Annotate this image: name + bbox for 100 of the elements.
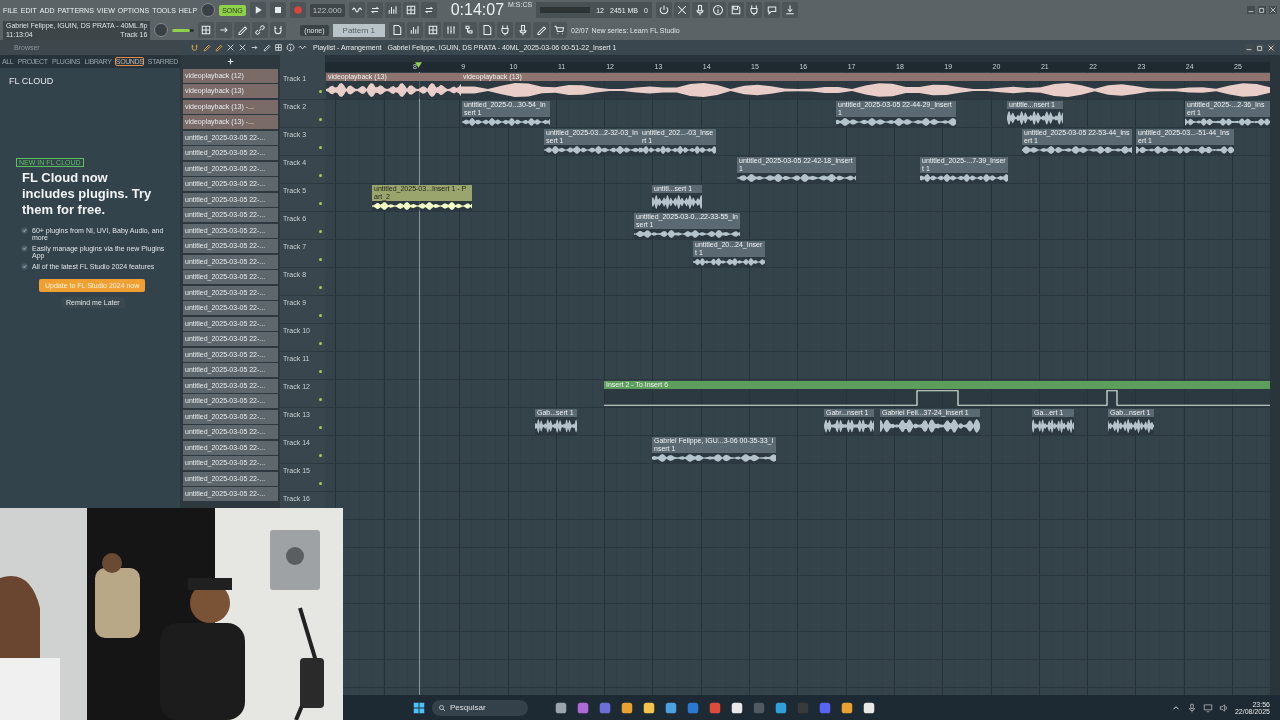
download-icon xyxy=(783,4,796,16)
app-icon[interactable] xyxy=(620,700,634,715)
app-icon[interactable] xyxy=(554,700,568,715)
toolbar-button[interactable] xyxy=(216,22,233,38)
track-led[interactable] xyxy=(319,482,322,485)
close-icon[interactable] xyxy=(1269,6,1277,14)
restore-icon[interactable] xyxy=(1256,43,1264,52)
arrow-icon[interactable] xyxy=(250,43,259,52)
track-led[interactable] xyxy=(319,286,322,289)
waveform-drawing xyxy=(1007,109,1063,127)
waveform-drawing xyxy=(535,417,577,435)
scrollbar[interactable] xyxy=(1270,55,1280,695)
magnet-icon[interactable] xyxy=(190,43,199,52)
minimize-icon[interactable] xyxy=(1245,43,1253,52)
toolbar-button[interactable] xyxy=(745,2,762,18)
toolbar-button[interactable] xyxy=(691,2,708,18)
promo-heading: FL CLOUD xyxy=(9,76,54,86)
tempo-field[interactable]: 122.000 xyxy=(309,3,345,17)
track-led[interactable] xyxy=(319,398,322,401)
toolbar-button[interactable] xyxy=(425,22,442,38)
pen-icon xyxy=(535,24,548,36)
track-led[interactable] xyxy=(319,230,322,233)
search-field[interactable]: Pesquisar xyxy=(432,699,528,716)
minimize-icon[interactable] xyxy=(1247,6,1255,14)
waveform-drawing xyxy=(1108,417,1154,435)
track-led[interactable] xyxy=(319,174,322,177)
monitor-icon[interactable] xyxy=(1202,702,1213,713)
toolbar-button[interactable] xyxy=(497,22,514,38)
toolbar-button[interactable] xyxy=(420,2,437,18)
track-led[interactable] xyxy=(319,314,322,317)
app-icon[interactable] xyxy=(862,700,876,715)
close-icon[interactable] xyxy=(1267,43,1275,52)
toolbar-button[interactable] xyxy=(479,22,496,38)
stop-button[interactable] xyxy=(269,2,286,18)
toolbar-button[interactable] xyxy=(443,22,460,38)
toolbar-button[interactable] xyxy=(515,22,532,38)
cpu-meter xyxy=(540,7,591,13)
check-icon xyxy=(21,245,28,252)
toolbar-button[interactable] xyxy=(384,2,401,18)
track-led[interactable] xyxy=(319,90,322,93)
play-button[interactable] xyxy=(249,2,266,18)
chat-icon xyxy=(765,4,778,16)
track-led[interactable] xyxy=(319,426,322,429)
track-led[interactable] xyxy=(319,258,322,261)
bars-icon xyxy=(409,24,422,36)
windows-icon[interactable] xyxy=(412,700,426,715)
toolbar-button[interactable] xyxy=(366,2,383,18)
toolbar-button[interactable] xyxy=(551,22,568,38)
song-time: 0:14:07 xyxy=(450,1,505,19)
toolbar-button[interactable] xyxy=(533,22,550,38)
track-led[interactable] xyxy=(319,202,322,205)
toolbar-button[interactable] xyxy=(252,22,269,38)
app-icon[interactable] xyxy=(840,700,854,715)
track-led[interactable] xyxy=(319,146,322,149)
pattern-selector[interactable]: Pattern 1 xyxy=(332,23,386,37)
record-icon xyxy=(291,4,304,16)
grid-icon xyxy=(404,4,417,16)
toolbar-button[interactable] xyxy=(727,2,744,18)
toolbar-button[interactable] xyxy=(709,2,726,18)
toolbar-button[interactable] xyxy=(763,2,780,18)
app-icon[interactable] xyxy=(730,700,744,715)
track-led[interactable] xyxy=(319,454,322,457)
pen-icon[interactable] xyxy=(262,43,271,52)
app-icon[interactable] xyxy=(774,700,788,715)
toolbar-button[interactable] xyxy=(270,22,287,38)
toolbar-button[interactable] xyxy=(781,2,798,18)
knob[interactable] xyxy=(201,3,216,17)
toolbar-button[interactable] xyxy=(673,2,690,18)
toolbar-button[interactable] xyxy=(389,22,406,38)
toolbar-button[interactable] xyxy=(348,2,365,18)
grid-icon[interactable] xyxy=(274,43,283,52)
wave-icon[interactable] xyxy=(298,43,307,52)
knob[interactable] xyxy=(154,23,169,37)
toolbar-button[interactable] xyxy=(461,22,478,38)
toolbar-button[interactable] xyxy=(407,22,424,38)
track-led[interactable] xyxy=(319,118,322,121)
cross-icon[interactable] xyxy=(226,43,235,52)
toolbar-button[interactable] xyxy=(234,22,251,38)
microphone-icon[interactable] xyxy=(1186,702,1197,713)
volume-slider[interactable] xyxy=(172,28,190,32)
info-icon[interactable] xyxy=(286,43,295,52)
track-led[interactable] xyxy=(319,342,322,345)
toolbar-button[interactable] xyxy=(198,22,215,38)
waveform-drawing xyxy=(693,257,765,267)
cross-icon[interactable] xyxy=(238,43,247,52)
info-icon xyxy=(711,4,724,16)
folder-icon[interactable] xyxy=(642,700,656,715)
plus-icon[interactable] xyxy=(225,56,235,66)
restore-icon[interactable] xyxy=(1258,6,1266,14)
power-icon xyxy=(657,4,670,16)
toolbar-button[interactable] xyxy=(402,2,419,18)
track-led[interactable] xyxy=(319,370,322,373)
plug-icon xyxy=(747,4,760,16)
check-icon xyxy=(21,227,28,234)
link-icon xyxy=(254,24,267,36)
toolbar-button[interactable] xyxy=(655,2,672,18)
magnet-icon xyxy=(272,24,285,36)
app-icon[interactable] xyxy=(664,700,678,715)
speaker-icon[interactable] xyxy=(1218,702,1229,713)
promo-headline: FL Cloud now includes plugins. Try them for free. xyxy=(22,170,153,218)
